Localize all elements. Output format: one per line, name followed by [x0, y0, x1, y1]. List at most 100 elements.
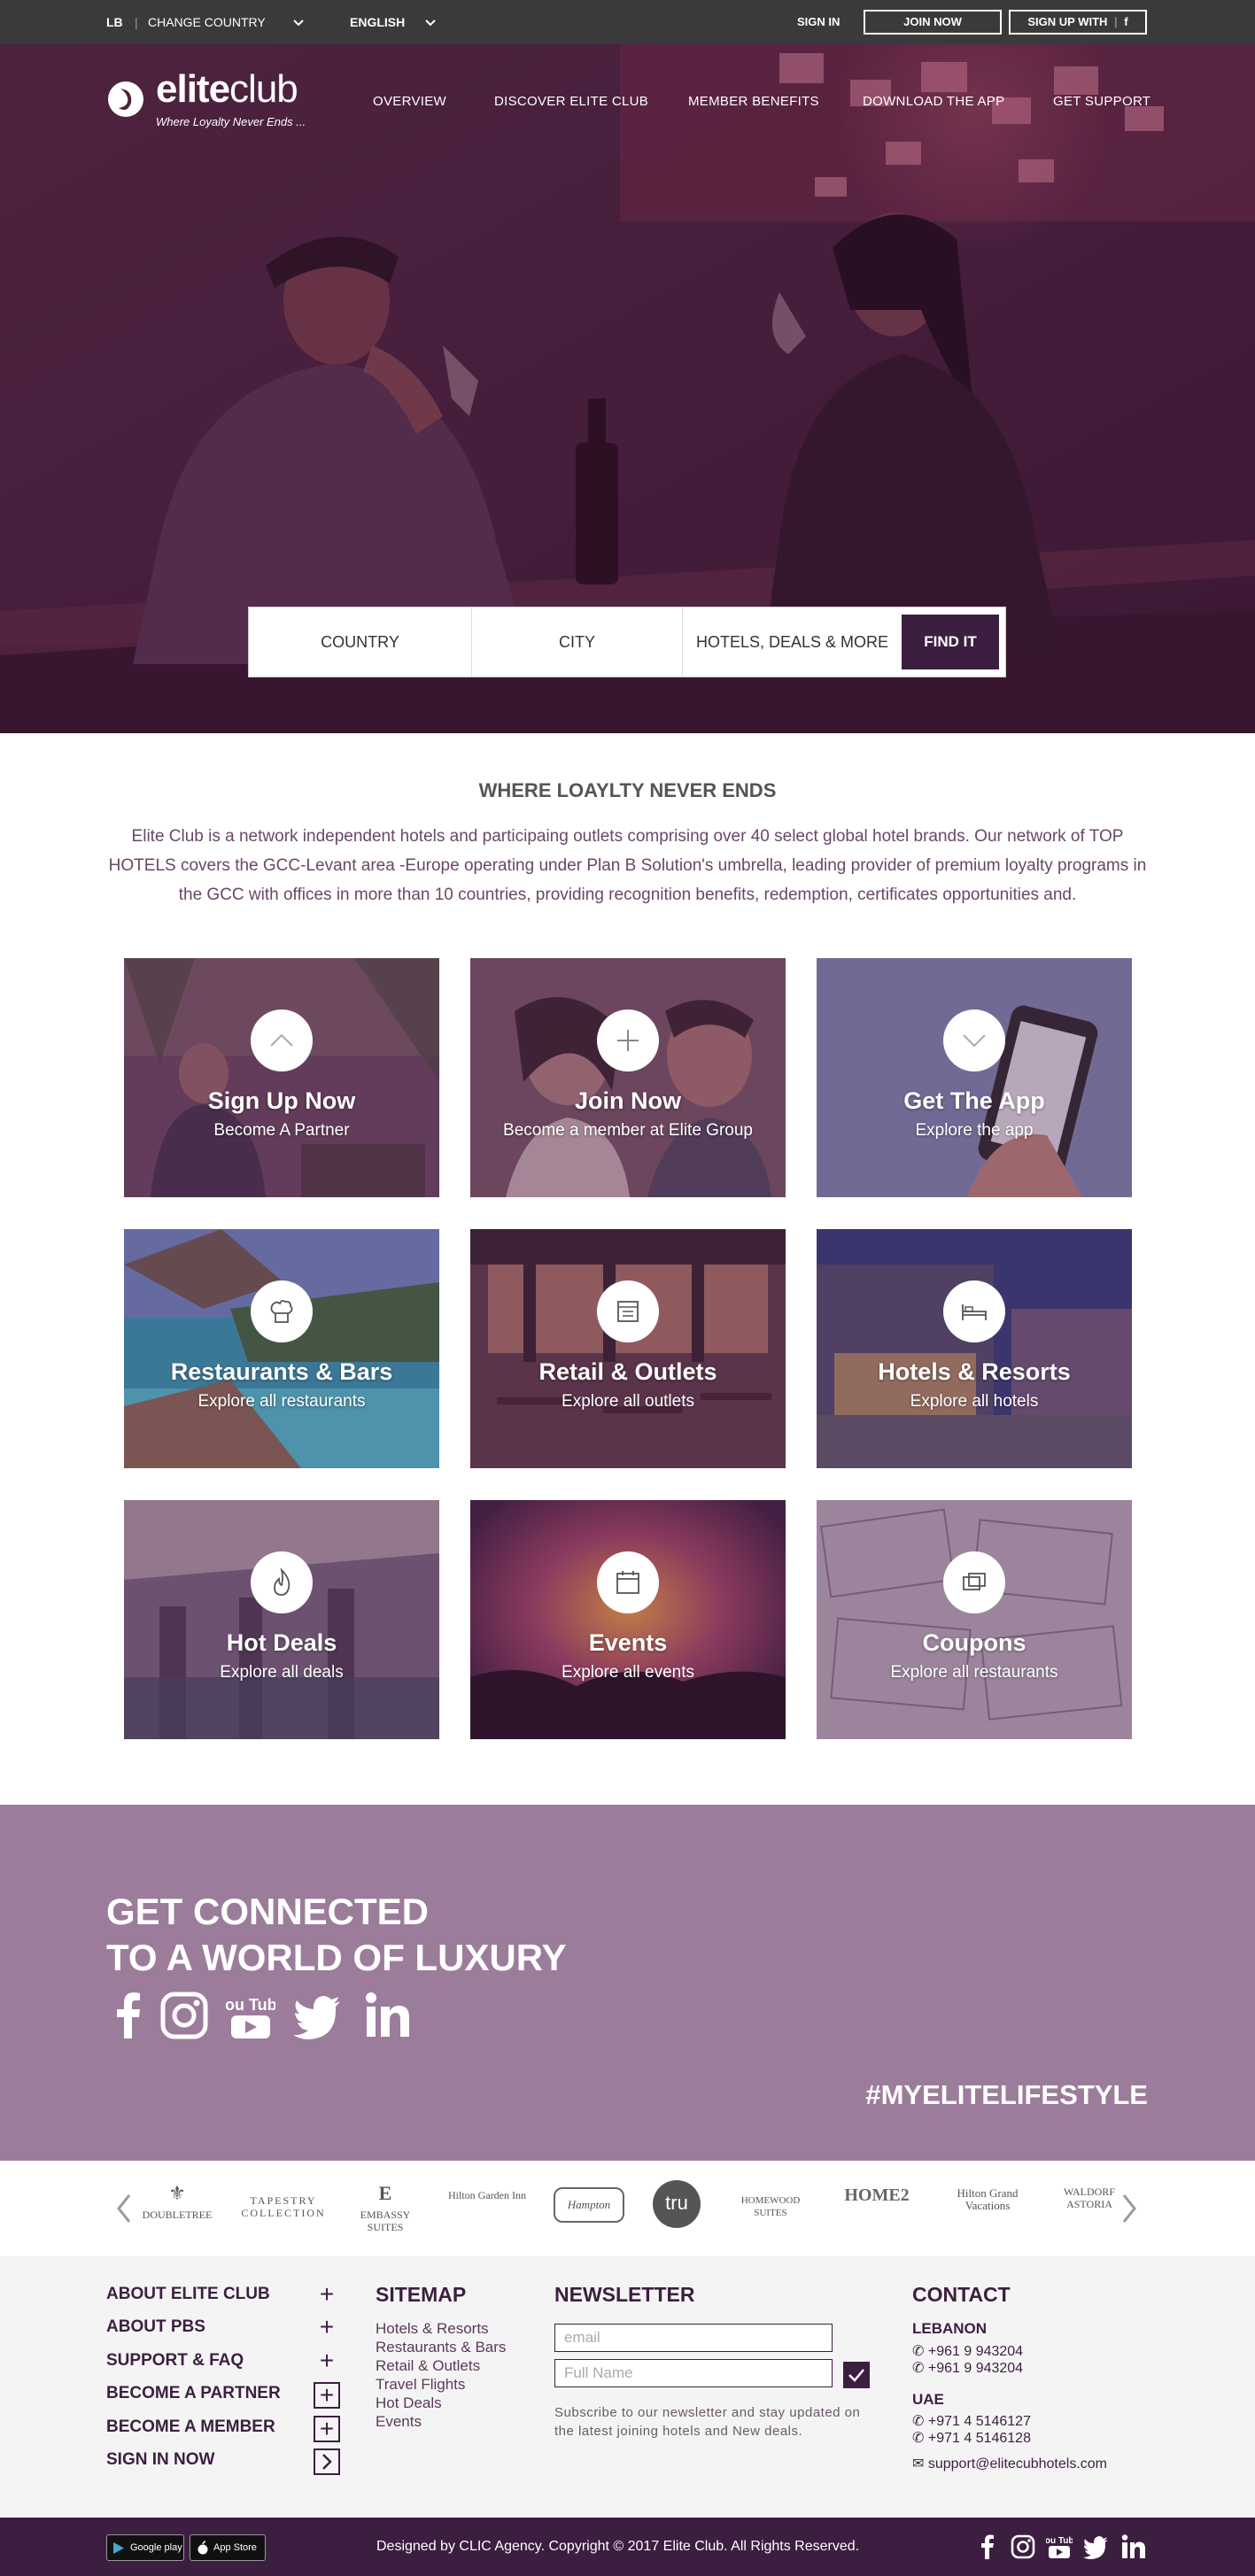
sitemap-link[interactable]: Events [376, 2413, 422, 2431]
nav-discover-elite-club[interactable]: DISCOVER ELITE CLUB [494, 94, 648, 109]
footer-link-about-pbs[interactable]: ABOUT PBS [106, 2317, 205, 2337]
check-icon [848, 2369, 864, 2382]
brand-logo[interactable]: E EMBASSY SUITES [345, 2178, 425, 2240]
plus-icon[interactable]: + [314, 2282, 340, 2309]
sign-in-link[interactable]: SIGN IN [797, 0, 840, 44]
tile-subtitle: Become a member at Elite Group [503, 1121, 753, 1140]
contact-country-uae: UAE [912, 2391, 944, 2408]
nav-download-the-app[interactable]: DOWNLOAD THE APP [863, 94, 1004, 109]
subscribe-check-button[interactable] [843, 2362, 870, 2388]
phone-number[interactable]: ✆ +971 4 5146127 [912, 2412, 1031, 2430]
brand-logo[interactable]: tru [653, 2180, 701, 2228]
phone-icon: ✆ [912, 2414, 928, 2429]
chevron-up-icon [251, 1010, 313, 1071]
change-country-link[interactable]: CHANGE COUNTRY [148, 0, 266, 44]
sitemap-link[interactable]: Hot Deals [376, 2394, 442, 2412]
bottom-bar: Google play App Store Designed by CLIC A… [0, 2518, 1255, 2576]
country-select[interactable]: COUNTRY [249, 607, 472, 677]
hotels-deals-select[interactable]: HOTELS, DEALS & MORE [683, 607, 902, 677]
chevron-down-icon[interactable] [292, 0, 305, 44]
svg-text:You Tube: You Tube [1046, 2536, 1073, 2546]
sitemap-link[interactable]: Retail & Outlets [376, 2357, 480, 2375]
nav-member-benefits[interactable]: MEMBER BENEFITS [688, 94, 819, 109]
tile-hot-deals[interactable]: Hot Deals Explore all deals [124, 1500, 439, 1739]
sign-up-with-facebook-button[interactable]: SIGN UP WITH | f [1009, 10, 1147, 35]
phone-number[interactable]: ✆ +961 9 943204 [912, 2359, 1023, 2377]
instagram-icon[interactable] [1010, 2533, 1036, 2560]
tile-hotels-resorts[interactable]: Hotels & Resorts Explore all hotels [817, 1229, 1132, 1468]
brand-logo[interactable]: WALDORF ASTORIA [1058, 2185, 1120, 2247]
calendar-icon [597, 1551, 659, 1613]
chevron-left-icon[interactable] [115, 2193, 133, 2224]
newsletter-text: Subscribe to our newsletter and stay upd… [554, 2405, 861, 2439]
plus-icon[interactable]: + [314, 2382, 340, 2409]
google-play-icon [113, 2542, 124, 2554]
tile-title: Retail & Outlets [538, 1358, 717, 1385]
find-it-button[interactable]: FIND IT [902, 615, 999, 669]
tile-background-image [470, 1500, 786, 1739]
brand-logo[interactable]: Hilton Garden Inn [447, 2189, 527, 2251]
youtube-icon[interactable]: You Tube [1046, 2533, 1073, 2560]
logo-tagline: Where Loyalty Never Ends ... [156, 115, 306, 128]
google-play-badge[interactable]: Google play [106, 2534, 184, 2561]
phone-number[interactable]: ✆ +961 9 943204 [912, 2342, 1023, 2360]
footer-link-support-faq[interactable]: SUPPORT & FAQ [106, 2351, 244, 2371]
tile-retail-outlets[interactable]: Retail & Outlets Explore all outlets [470, 1229, 786, 1468]
footer-link-become-a-partner[interactable]: BECOME A PARTNER [106, 2384, 281, 2403]
plus-icon[interactable]: + [314, 2348, 340, 2376]
top-bar: LB | CHANGE COUNTRY ENGLISH SIGN IN JOIN… [0, 0, 1255, 44]
chevron-right-icon[interactable] [314, 2448, 340, 2475]
twitter-icon[interactable] [1082, 2533, 1109, 2560]
brand-logo[interactable]: HOME2 [837, 2186, 917, 2251]
tile-restaurants-bars[interactable]: Restaurants & Bars Explore all restauran… [124, 1229, 439, 1468]
nav-get-support[interactable]: GET SUPPORT [1053, 94, 1150, 109]
footer-link-become-a-member[interactable]: BECOME A MEMBER [106, 2417, 275, 2437]
tile-coupons[interactable]: Coupons Explore all restaurants [817, 1500, 1132, 1739]
sitemap-link[interactable]: Restaurants & Bars [376, 2339, 506, 2356]
tile-subtitle: Explore all restaurants [198, 1392, 366, 1411]
nav-overview[interactable]: OVERVIEW [373, 94, 446, 109]
tile-subtitle: Explore all events [562, 1663, 694, 1682]
tile-subtitle: Explore all restaurants [890, 1663, 1058, 1682]
tile-sign-up-now[interactable]: Sign Up Now Become A Partner [124, 958, 439, 1197]
tile-join-now[interactable]: Join Now Become a member at Elite Group [470, 958, 786, 1197]
newsletter-title: NEWSLETTER [554, 2283, 695, 2306]
contact-email[interactable]: ✉ support@elitecubhotels.com [912, 2455, 1107, 2472]
tile-background-image [124, 958, 439, 1197]
flame-icon [251, 1551, 313, 1613]
youtube-icon[interactable]: You Tube [226, 1991, 275, 2040]
join-now-button[interactable]: JOIN NOW [864, 10, 1002, 35]
brand-logo[interactable]: Hampton [554, 2187, 624, 2223]
footer-link-sign-in-now[interactable]: SIGN IN NOW [106, 2450, 214, 2470]
twitter-icon[interactable] [292, 1991, 342, 2040]
tile-events[interactable]: Events Explore all events [470, 1500, 786, 1739]
linkedin-icon[interactable] [1120, 2533, 1147, 2560]
tile-get-the-app[interactable]: Get The App Explore the app [817, 958, 1132, 1197]
plus-icon [597, 1010, 659, 1071]
instagram-icon[interactable] [159, 1991, 209, 2040]
language-selector[interactable]: ENGLISH [350, 0, 405, 44]
brand-logo[interactable]: ⚜ DOUBLETREE [137, 2178, 217, 2240]
sitemap-link[interactable]: Hotels & Resorts [376, 2320, 489, 2338]
phone-number[interactable]: ✆ +971 4 5146128 [912, 2429, 1031, 2447]
linkedin-icon[interactable] [363, 1991, 413, 2040]
chevron-down-icon[interactable] [424, 0, 437, 44]
intro-text: Elite Club is a network independent hote… [108, 827, 1147, 904]
facebook-icon[interactable] [974, 2533, 1001, 2560]
full-name-field[interactable]: Full Name [554, 2359, 833, 2387]
sitemap-link[interactable]: Travel Flights [376, 2376, 465, 2394]
brand-logo[interactable]: HOMEWOOD SUITES [726, 2194, 815, 2256]
brand-logo[interactable]: Hilton Grand Vacations [934, 2187, 1041, 2249]
city-select[interactable]: CITY [472, 607, 683, 677]
footer-link-about-elite-club[interactable]: ABOUT ELITE CLUB [106, 2285, 270, 2304]
email-field[interactable]: email [554, 2324, 833, 2352]
plus-icon[interactable]: + [314, 2416, 340, 2442]
facebook-icon[interactable] [105, 1991, 154, 2040]
brand-logo[interactable]: TAPESTRY COLLECTION [239, 2194, 328, 2256]
app-store-badge[interactable]: App Store [190, 2534, 266, 2561]
tile-title: Sign Up Now [207, 1087, 356, 1114]
plus-icon[interactable]: + [314, 2315, 340, 2342]
tile-background-image [470, 958, 786, 1197]
phone-icon: ✆ [912, 2431, 928, 2446]
chevron-right-icon[interactable] [1120, 2193, 1138, 2224]
